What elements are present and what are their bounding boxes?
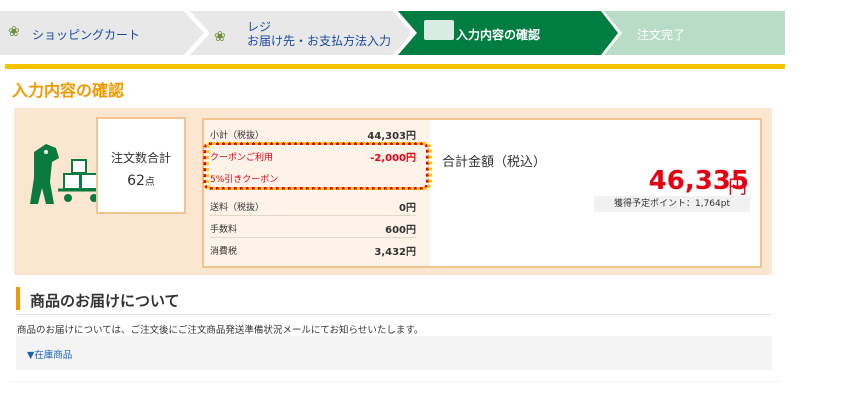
paw-icon: ❀ — [8, 24, 20, 40]
checkout-steps: ❀ ショッピングカート ❀ レジ お届け先・お支払方法入力 入力内容の確認 注文… — [0, 11, 785, 55]
price-row-subtotal: 小計（税抜） 44,303円 — [210, 122, 416, 144]
price-row-shipping: 送料（税抜） 0円 — [210, 194, 416, 216]
order-count-box: 注文数合計 62点 — [96, 117, 186, 214]
coupon-highlight-ring — [203, 142, 429, 190]
step-1-label: ショッピングカート — [32, 28, 141, 42]
stock-items-panel — [16, 336, 772, 370]
order-count-label: 注文数合計 — [110, 151, 171, 165]
bottom-divider — [10, 381, 780, 382]
step-4-label: 注文完了 — [637, 28, 686, 42]
step-register: ❀ レジ お届け先・お支払方法入力 — [190, 11, 410, 55]
row-amount: 3,432円 — [374, 247, 416, 258]
reward-points: 獲得予定ポイント：1,764pt — [594, 196, 750, 212]
in-stock-items-toggle[interactable]: ▼在庫商品 — [27, 347, 72, 361]
step-2-label-line2: お届け先・お支払方法入力 — [247, 34, 392, 48]
step-confirm: 入力内容の確認 — [398, 11, 618, 55]
row-label: 小計（税抜） — [210, 131, 265, 141]
step-shopping-cart: ❀ ショッピングカート — [0, 11, 205, 55]
price-row-fee: 手数料 600円 — [210, 216, 416, 238]
total-unit: 円 — [728, 176, 748, 198]
order-count-number: 62 — [127, 173, 145, 189]
row-label: 手数料 — [210, 225, 238, 235]
mascot-dog-cart-icon — [30, 144, 102, 204]
row-label: 送料（税抜） — [210, 203, 265, 213]
section-accent-bar — [16, 287, 20, 310]
order-count-unit: 点 — [144, 177, 155, 188]
delivery-section-title: 商品のお届けについて — [30, 292, 180, 310]
row-amount: 44,303円 — [367, 131, 416, 142]
page-title: 入力内容の確認 — [12, 81, 125, 100]
delivery-notice: 商品のお届けについては、ご注文後にご注文商品発送準備状況メールにてお知らせいたし… — [17, 325, 424, 336]
divider-bar — [5, 64, 785, 69]
price-row-tax: 消費税 3,432円 — [210, 238, 416, 260]
order-count-value: 62点 — [98, 173, 184, 189]
total-label: 合計金額（税込） — [442, 155, 547, 170]
section-divider — [16, 314, 772, 315]
paw-icon: ❀ — [214, 29, 226, 45]
row-amount: 600円 — [385, 225, 416, 236]
step-4-background — [604, 11, 785, 55]
step-complete: 注文完了 — [604, 11, 785, 55]
row-label: 消費税 — [210, 247, 238, 257]
row-amount: 0円 — [399, 203, 416, 214]
step-3-label: 入力内容の確認 — [456, 28, 541, 42]
